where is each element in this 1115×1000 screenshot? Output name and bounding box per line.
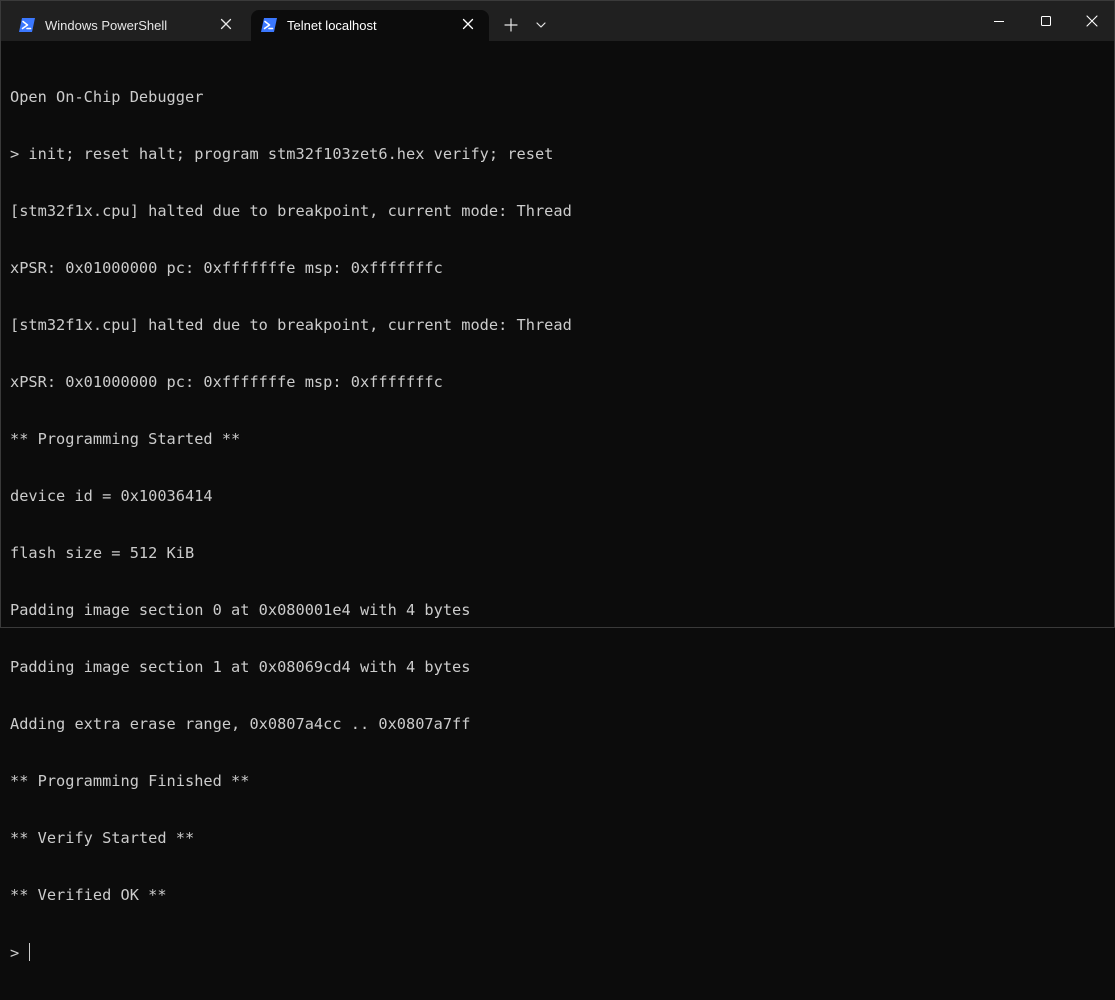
terminal-line: Padding image section 0 at 0x080001e4 wi…	[10, 601, 471, 619]
prompt-line[interactable]: >	[10, 943, 1105, 962]
terminal-line: Padding image section 1 at 0x08069cd4 wi…	[10, 658, 471, 676]
close-window-icon[interactable]	[1080, 9, 1104, 33]
terminal-line: Adding extra erase range, 0x0807a4cc .. …	[10, 715, 471, 733]
tab-label: Windows PowerShell	[45, 18, 168, 33]
terminal-line: ** Programming Started **	[10, 430, 241, 448]
terminal-line: Open On-Chip Debugger	[10, 88, 204, 106]
minimize-icon[interactable]	[987, 9, 1011, 33]
prompt: >	[10, 944, 29, 962]
powershell-icon	[261, 18, 277, 32]
terminal-line: [stm32f1x.cpu] halted due to breakpoint,…	[10, 202, 572, 220]
terminal-line: flash size = 512 KiB	[10, 544, 195, 562]
terminal-line: xPSR: 0x01000000 pc: 0xfffffffe msp: 0xf…	[10, 373, 443, 391]
title-bar: Windows PowerShell Telnet localhost	[1, 1, 1114, 41]
powershell-icon	[19, 18, 35, 32]
terminal-line: ** Programming Finished **	[10, 772, 250, 790]
terminal-line: ** Verified OK **	[10, 886, 167, 904]
terminal-line: > init; reset halt; program stm32f103zet…	[10, 145, 554, 163]
terminal-output[interactable]: Open On-Chip Debugger > init; reset halt…	[10, 50, 1105, 962]
tab-windows-powershell[interactable]: Windows PowerShell	[9, 10, 247, 41]
close-icon[interactable]	[461, 17, 475, 31]
plus-icon[interactable]	[500, 14, 522, 36]
terminal-line: device id = 0x10036414	[10, 487, 213, 505]
tab-telnet-localhost[interactable]: Telnet localhost	[251, 10, 489, 41]
maximize-icon[interactable]	[1034, 9, 1058, 33]
text-cursor	[29, 943, 31, 961]
close-icon[interactable]	[219, 17, 233, 31]
terminal-line: ** Verify Started **	[10, 829, 195, 847]
terminal-line: xPSR: 0x01000000 pc: 0xfffffffe msp: 0xf…	[10, 259, 443, 277]
terminal-window: Windows PowerShell Telnet localhost Open…	[0, 0, 1115, 962]
chevron-down-icon[interactable]	[532, 16, 550, 34]
tab-label: Telnet localhost	[287, 18, 377, 33]
terminal-line: [stm32f1x.cpu] halted due to breakpoint,…	[10, 316, 572, 334]
